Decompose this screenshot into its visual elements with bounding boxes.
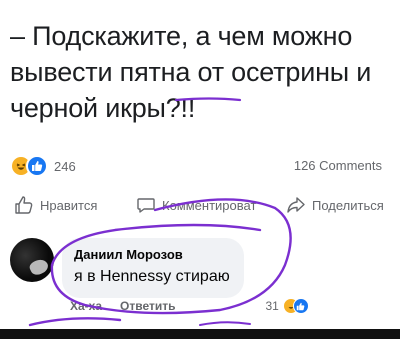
- comment-bubble-icon: [137, 198, 155, 213]
- share-arrow-icon: [287, 197, 305, 213]
- like-label: Нравится: [40, 197, 98, 213]
- share-label: Поделиться: [312, 197, 384, 213]
- ink-underline-small: [199, 321, 251, 326]
- post-text-line-2: вывести пятна от осетрины и: [10, 57, 372, 87]
- avatar-image: [27, 256, 51, 278]
- post-text-line-1: – Подскажите, а чем можно: [10, 21, 353, 51]
- share-button[interactable]: Поделиться: [286, 195, 384, 215]
- haha-reaction-link[interactable]: Ха-ха: [70, 299, 102, 313]
- comments-count[interactable]: 126 Comments: [294, 158, 382, 173]
- like-thumb-icon: [292, 298, 309, 314]
- reactions-count: 246: [54, 158, 76, 174]
- comment-reactions-count: 31: [265, 299, 279, 313]
- like-button[interactable]: Нравится: [14, 195, 97, 215]
- reactions-summary[interactable]: 246: [10, 155, 76, 177]
- post-actions-bar: Нравится Комментироват Поделиться: [0, 195, 400, 225]
- avatar[interactable]: [10, 238, 54, 282]
- comment-author[interactable]: Даниил Морозов: [74, 246, 230, 264]
- comment-text: я в Hennessy стираю: [74, 268, 230, 285]
- comment-button[interactable]: Комментироват: [136, 195, 256, 215]
- bottom-bar: [0, 329, 400, 339]
- reply-link[interactable]: Ответить: [120, 299, 175, 313]
- ink-arrow-line: [28, 317, 122, 327]
- comment-meta: Ха-ха Ответить 31: [70, 298, 309, 314]
- post-text: – Подскажите, а чем можно вывести пятна …: [10, 18, 390, 126]
- comment-label: Комментироват: [162, 197, 257, 213]
- like-thumb-icon: [26, 155, 48, 177]
- like-outline-icon: [15, 196, 33, 214]
- post-stats: 246 126 Comments: [10, 155, 390, 181]
- post-text-line-3: черной икры?!!: [10, 93, 196, 123]
- comment-bubble: Даниил Морозов я в Hennessy стираю: [62, 238, 244, 298]
